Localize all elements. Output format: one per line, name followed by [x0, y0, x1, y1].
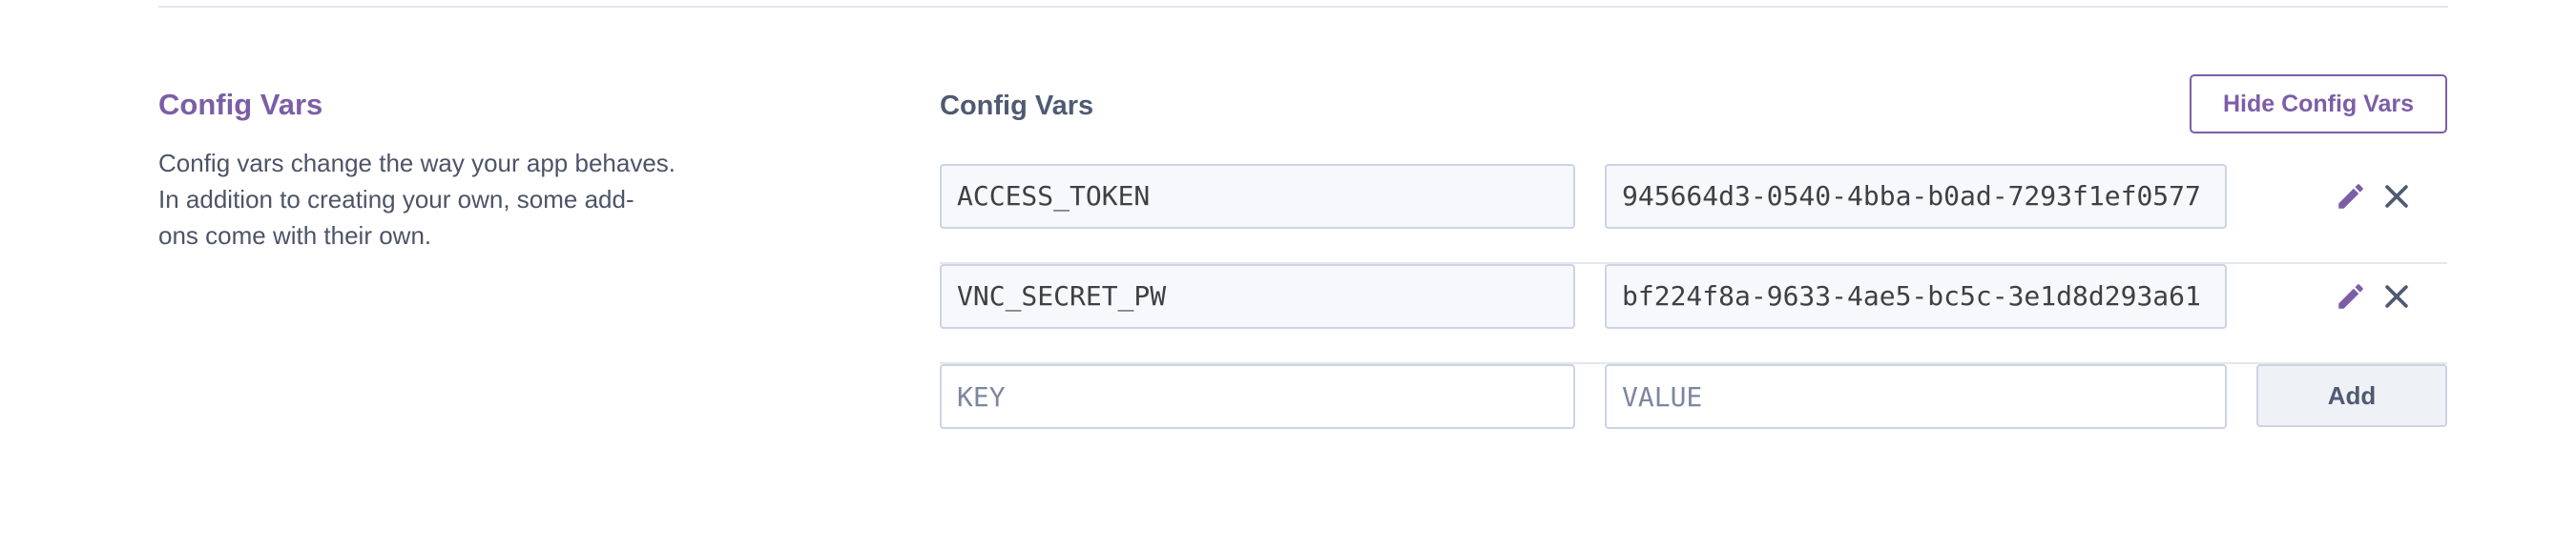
description-line-2: In addition to creating your own, some a… — [158, 185, 634, 214]
config-var-key[interactable]: ACCESS_TOKEN — [940, 164, 1575, 229]
section-info: Config Vars Config vars change the way y… — [158, 86, 712, 254]
top-divider — [158, 6, 2448, 8]
row-actions — [2333, 264, 2447, 329]
close-icon[interactable] — [2380, 280, 2413, 313]
panel-title: Config Vars — [940, 91, 1094, 121]
config-var-key[interactable]: VNC_SECRET_PW — [940, 264, 1575, 329]
description-line-1: Config vars change the way your app beha… — [158, 149, 676, 177]
row-actions — [2333, 164, 2447, 229]
close-icon[interactable] — [2380, 180, 2413, 213]
section-title: Config Vars — [158, 88, 323, 121]
add-config-var-button[interactable]: Add — [2256, 364, 2447, 427]
description-line-3: ons come with their own. — [158, 221, 432, 250]
pencil-icon[interactable] — [2335, 180, 2367, 213]
new-key-input[interactable] — [940, 364, 1575, 429]
config-var-row: ACCESS_TOKEN 945664d3-0540-4bba-b0ad-729… — [940, 164, 2447, 264]
pencil-icon[interactable] — [2335, 280, 2367, 313]
config-var-value[interactable]: bf224f8a-9633-4ae5-bc5c-3e1d8d293a61 — [1605, 264, 2227, 329]
new-value-input[interactable] — [1605, 364, 2227, 429]
config-var-value[interactable]: 945664d3-0540-4bba-b0ad-7293f1ef0577 — [1605, 164, 2227, 229]
hide-config-vars-button[interactable]: Hide Config Vars — [2190, 74, 2447, 133]
new-config-var-row: Add — [940, 364, 2447, 462]
config-vars-list: ACCESS_TOKEN 945664d3-0540-4bba-b0ad-729… — [940, 164, 2447, 462]
section-description: Config vars change the way your app beha… — [158, 145, 712, 254]
config-var-row: VNC_SECRET_PW bf224f8a-9633-4ae5-bc5c-3e… — [940, 264, 2447, 364]
